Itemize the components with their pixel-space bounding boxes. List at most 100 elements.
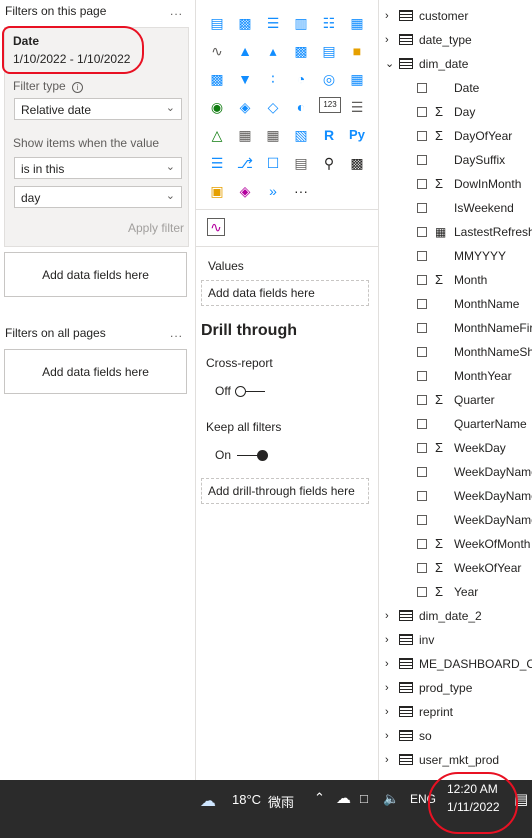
donut-chart-icon[interactable]: ◎ xyxy=(319,69,339,89)
kpi-icon[interactable]: △ xyxy=(207,125,227,145)
chevron-right-icon[interactable]: › xyxy=(385,676,389,700)
power-automate-icon[interactable]: » xyxy=(263,181,283,201)
area-chart-icon[interactable]: ▲ xyxy=(235,41,255,61)
field-checkbox[interactable] xyxy=(417,179,427,189)
toggle-switch-on[interactable] xyxy=(237,449,269,461)
stacked-column-chart-icon[interactable]: ▩ xyxy=(235,13,255,33)
drill-through-well[interactable]: Add drill-through fields here xyxy=(201,478,369,504)
line-chart-icon[interactable]: ∿ xyxy=(207,41,227,61)
smart-narrative-icon[interactable]: ▤ xyxy=(291,153,311,173)
filter-type-value: Relative date xyxy=(21,103,92,117)
values-well[interactable]: Add data fields here xyxy=(201,280,369,306)
metrics-trophy-icon[interactable]: ⚲ xyxy=(319,153,339,173)
multi-row-card-icon[interactable]: ☰ xyxy=(347,97,367,117)
map-icon[interactable]: ◉ xyxy=(207,97,227,117)
field-checkbox[interactable] xyxy=(417,347,427,357)
more-options-icon[interactable]: ... xyxy=(170,326,183,340)
chevron-right-icon[interactable]: › xyxy=(385,652,389,676)
clustered-column-chart-icon[interactable]: ▥ xyxy=(291,13,311,33)
field-checkbox[interactable] xyxy=(417,419,427,429)
add-data-fields-all-pages[interactable]: Add data fields here xyxy=(4,349,187,394)
filter-type-dropdown[interactable]: Relative date ⌄ xyxy=(14,98,182,120)
field-checkbox[interactable] xyxy=(417,515,427,525)
chevron-right-icon[interactable]: › xyxy=(385,724,389,748)
funnel-chart-icon[interactable]: ▼ xyxy=(235,69,255,89)
field-checkbox[interactable] xyxy=(417,227,427,237)
chevron-right-icon[interactable]: › xyxy=(385,748,389,772)
field-checkbox[interactable] xyxy=(417,395,427,405)
field-checkbox[interactable] xyxy=(417,155,427,165)
custom-visual-icon[interactable]: ∿ xyxy=(207,218,225,236)
filled-map-icon[interactable]: ◈ xyxy=(235,97,255,117)
field-checkbox[interactable] xyxy=(417,83,427,93)
chevron-right-icon[interactable]: › xyxy=(385,628,389,652)
chevron-right-icon[interactable]: › xyxy=(385,28,389,52)
unit-dropdown[interactable]: day ⌄ xyxy=(14,186,182,208)
network-icon[interactable]: □ xyxy=(360,791,368,806)
volume-muted-icon[interactable]: 🔈 xyxy=(383,791,399,807)
power-automate-diamond-icon[interactable]: ◈ xyxy=(235,181,255,201)
line-column-chart-icon[interactable]: ▩ xyxy=(291,41,311,61)
field-checkbox[interactable] xyxy=(417,587,427,597)
condition-dropdown[interactable]: is in this ⌄ xyxy=(14,157,182,179)
chevron-right-icon[interactable]: › xyxy=(385,700,389,724)
field-checkbox[interactable] xyxy=(417,563,427,573)
key-influencers-icon[interactable]: ☰ xyxy=(207,153,227,173)
add-data-fields-page[interactable]: Add data fields here xyxy=(4,252,187,297)
treemap-icon[interactable]: ▦ xyxy=(347,69,367,89)
toggle-switch-off[interactable] xyxy=(234,385,265,397)
onedrive-cloud-icon[interactable]: ☁ xyxy=(336,789,351,807)
qa-icon[interactable]: ☐ xyxy=(263,153,283,173)
keep-filters-toggle[interactable]: On xyxy=(215,448,269,462)
weather-cloud-icon[interactable]: ☁ xyxy=(200,791,216,811)
ribbon-chart-icon[interactable]: ■ xyxy=(347,41,367,61)
field-checkbox[interactable] xyxy=(417,491,427,501)
paginated-report-icon[interactable]: ▩ xyxy=(347,153,367,173)
gauge-icon[interactable]: ◐ xyxy=(291,97,311,117)
chevron-up-icon[interactable]: ⌃ xyxy=(314,790,325,806)
waterfall-chart-icon[interactable]: ▩ xyxy=(207,69,227,89)
stacked-bar-chart-icon[interactable]: ▤ xyxy=(207,13,227,33)
field-checkbox[interactable] xyxy=(417,131,427,141)
card-icon[interactable]: 123 xyxy=(319,97,341,113)
temperature[interactable]: 18°C xyxy=(232,792,261,807)
apply-filter-button[interactable]: Apply filter xyxy=(128,221,184,235)
cross-report-toggle[interactable]: Off xyxy=(215,384,265,398)
filter-type-text: Filter type xyxy=(13,79,66,93)
line-stacked-column-icon[interactable]: ▤ xyxy=(319,41,339,61)
field-name: WeekOfYear xyxy=(454,561,522,575)
scatter-chart-icon[interactable]: ∶ xyxy=(263,69,283,89)
info-icon[interactable]: i xyxy=(72,82,84,93)
weather-text[interactable]: 微雨 xyxy=(268,792,294,811)
table-icon[interactable]: ▦ xyxy=(263,125,283,145)
field-checkbox[interactable] xyxy=(417,371,427,381)
field-checkbox[interactable] xyxy=(417,107,427,117)
field-checkbox[interactable] xyxy=(417,251,427,261)
field-checkbox[interactable] xyxy=(417,467,427,477)
power-apps-icon[interactable]: ▣ xyxy=(207,181,227,201)
field-checkbox[interactable] xyxy=(417,275,427,285)
field-checkbox[interactable] xyxy=(417,539,427,549)
shape-map-icon[interactable]: ◇ xyxy=(263,97,283,117)
clustered-bar-chart-icon[interactable]: ☰ xyxy=(263,13,283,33)
table-icon xyxy=(399,658,413,669)
field-checkbox[interactable] xyxy=(417,299,427,309)
chevron-down-icon[interactable]: ⌄ xyxy=(385,52,394,76)
chevron-right-icon[interactable]: › xyxy=(385,604,389,628)
slicer-icon[interactable]: ▦ xyxy=(235,125,255,145)
field-checkbox[interactable] xyxy=(417,443,427,453)
chevron-right-icon[interactable]: › xyxy=(385,4,389,28)
100-column-chart-icon[interactable]: ▦ xyxy=(347,13,367,33)
r-script-visual-icon[interactable]: R xyxy=(319,125,339,145)
python-visual-icon[interactable]: Py xyxy=(347,125,367,145)
100-bar-chart-icon[interactable]: ☷ xyxy=(319,13,339,33)
field-checkbox[interactable] xyxy=(417,203,427,213)
field-checkbox[interactable] xyxy=(417,323,427,333)
more-options-icon[interactable]: ... xyxy=(170,4,183,18)
pie-chart-icon[interactable]: ◔ xyxy=(291,69,311,89)
decomposition-tree-icon[interactable]: ⎇ xyxy=(235,153,255,173)
matrix-icon[interactable]: ▧ xyxy=(291,125,311,145)
more-visuals-icon[interactable]: ··· xyxy=(291,181,311,201)
chevron-down-icon: ⌄ xyxy=(165,102,175,114)
stacked-area-chart-icon[interactable]: ▴ xyxy=(263,41,283,61)
